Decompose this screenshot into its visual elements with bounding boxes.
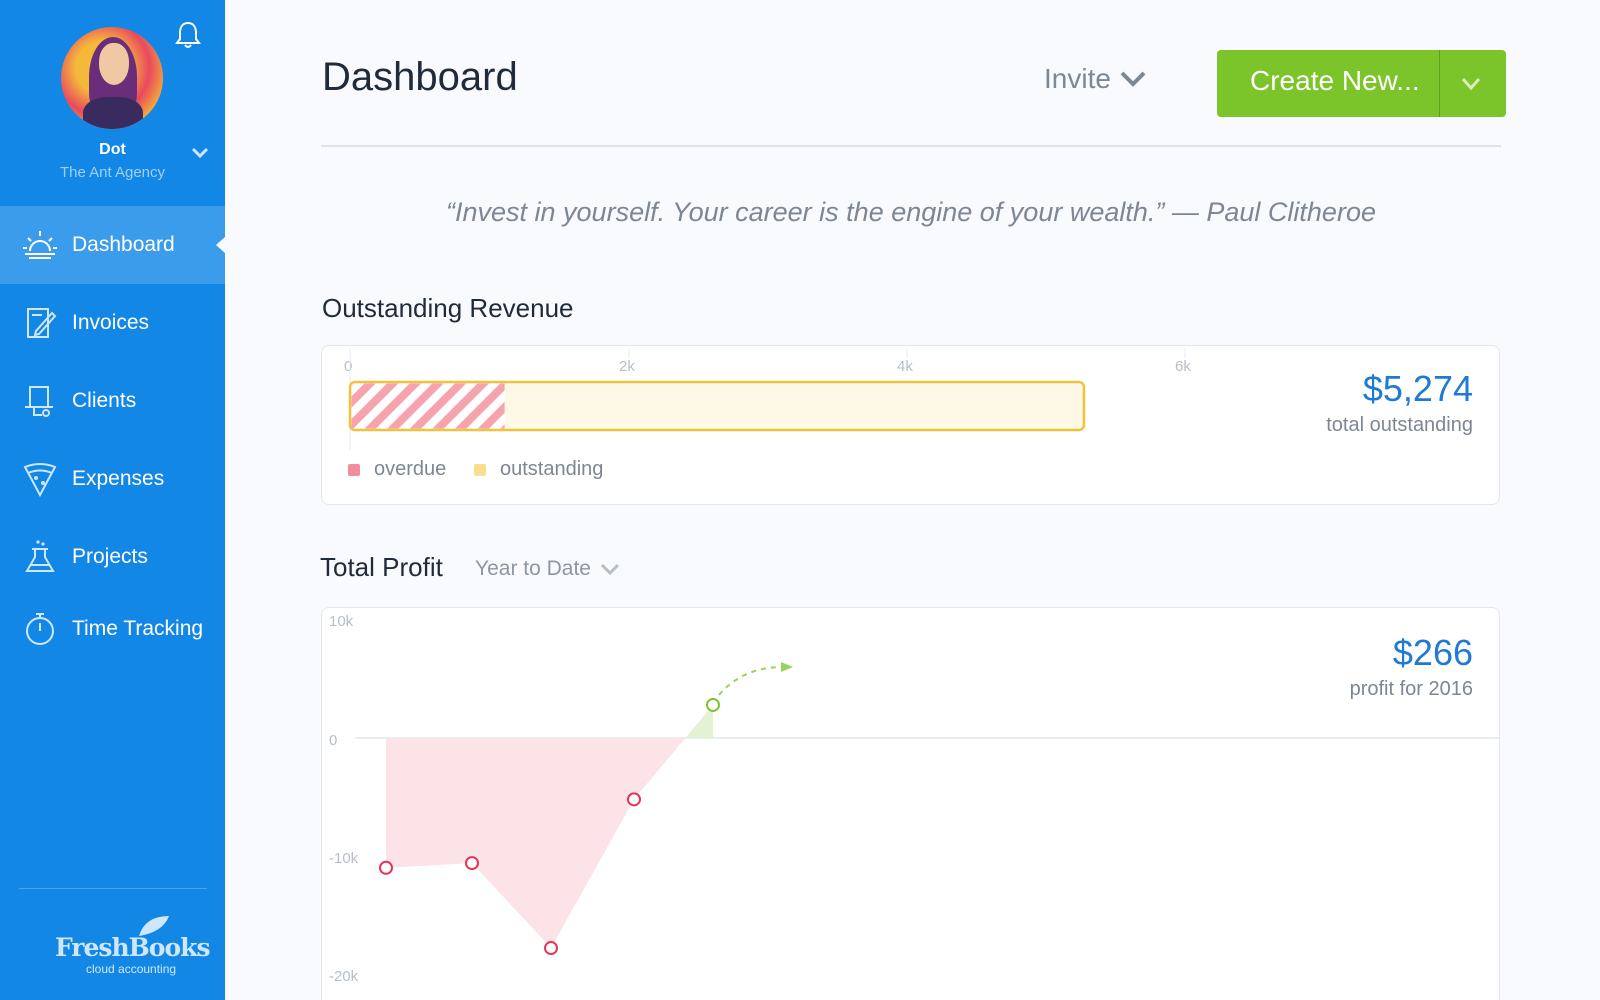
stopwatch-icon: [26, 613, 54, 645]
create-new-button[interactable]: Create New...: [1217, 50, 1506, 117]
range-label: Year to Date: [475, 557, 591, 580]
data-point[interactable]: [465, 856, 479, 871]
bell-icon[interactable]: [175, 20, 201, 50]
sidebar-item-projects[interactable]: Projects: [0, 518, 225, 596]
outstanding-swatch: [474, 463, 486, 476]
create-new-label: Create New...: [1250, 65, 1420, 96]
sidebar-item-expenses[interactable]: Expenses: [0, 440, 225, 518]
invite-dropdown[interactable]: Invite: [1044, 63, 1147, 95]
range-select[interactable]: Year to Date: [475, 557, 621, 581]
legend-overdue: overdue: [348, 458, 446, 481]
chevron-down-icon[interactable]: [190, 146, 210, 160]
chevron-down-icon: [1120, 71, 1146, 87]
logo-subtitle: cloud accounting: [86, 962, 177, 976]
user-org: The Ant Agency: [59, 164, 166, 181]
overdue-swatch: [348, 463, 360, 476]
legend-outstanding: outstanding: [474, 458, 603, 481]
overdue-bar[interactable]: [351, 383, 505, 429]
sidebar-item-label: Clients: [72, 389, 137, 412]
data-point[interactable]: [379, 860, 393, 875]
loss-area: [386, 738, 686, 949]
sidebar-item-label: Time Tracking: [72, 617, 204, 640]
freshbooks-logo[interactable]: FreshBooks: [55, 933, 211, 962]
profit-line-chart: [355, 661, 1499, 956]
chevron-down-icon: [600, 563, 620, 576]
sidebar-item-label: Projects: [72, 545, 148, 568]
sidebar-item-label: Invoices: [72, 311, 150, 334]
sidebar-item-label: Expenses: [72, 467, 165, 490]
flask-icon: [25, 540, 55, 572]
profit-caption: profit for 2016: [1349, 678, 1473, 700]
arrow-icon: [781, 661, 793, 672]
profit-amount: $266: [1392, 632, 1473, 673]
sidebar-item-dashboard[interactable]: Dashboard: [0, 206, 225, 284]
total-outstanding-caption: total outstanding: [1326, 414, 1473, 436]
data-point[interactable]: [544, 941, 558, 956]
sidebar-item-invoices[interactable]: Invoices: [0, 284, 225, 362]
total-outstanding-amount: $5,274: [1362, 368, 1473, 409]
avatar[interactable]: [61, 27, 163, 129]
invoice-icon: [27, 308, 57, 338]
profit-title: Total Profit: [320, 552, 443, 582]
data-point[interactable]: [627, 792, 641, 807]
outstanding-bar-chart: [348, 348, 1186, 450]
legend-label: outstanding: [500, 458, 604, 480]
sidebar-item-label: Dashboard: [72, 233, 175, 256]
sunrise-icon: [23, 231, 57, 259]
sidebar-item-clients[interactable]: Clients: [0, 362, 225, 440]
sidebar-divider: [19, 888, 207, 889]
header-divider: [321, 145, 1501, 147]
invite-label: Invite: [1044, 63, 1111, 94]
sidebar-item-time-tracking[interactable]: Time Tracking: [0, 590, 225, 668]
chevron-down-icon[interactable]: [1460, 76, 1482, 92]
sidebar: Dot The Ant Agency Dashboard Invoices Cl…: [0, 0, 225, 1000]
projection-line: [718, 665, 784, 696]
pizza-icon: [23, 463, 57, 497]
clients-icon: [25, 386, 53, 417]
page-title: Dashboard: [322, 55, 518, 99]
outstanding-title: Outstanding Revenue: [322, 293, 574, 323]
profile-area[interactable]: Dot The Ant Agency: [0, 0, 225, 204]
quote: “Invest in yourself. Your career is the …: [446, 197, 1376, 227]
data-point[interactable]: [706, 697, 720, 712]
legend-label: overdue: [374, 458, 447, 480]
